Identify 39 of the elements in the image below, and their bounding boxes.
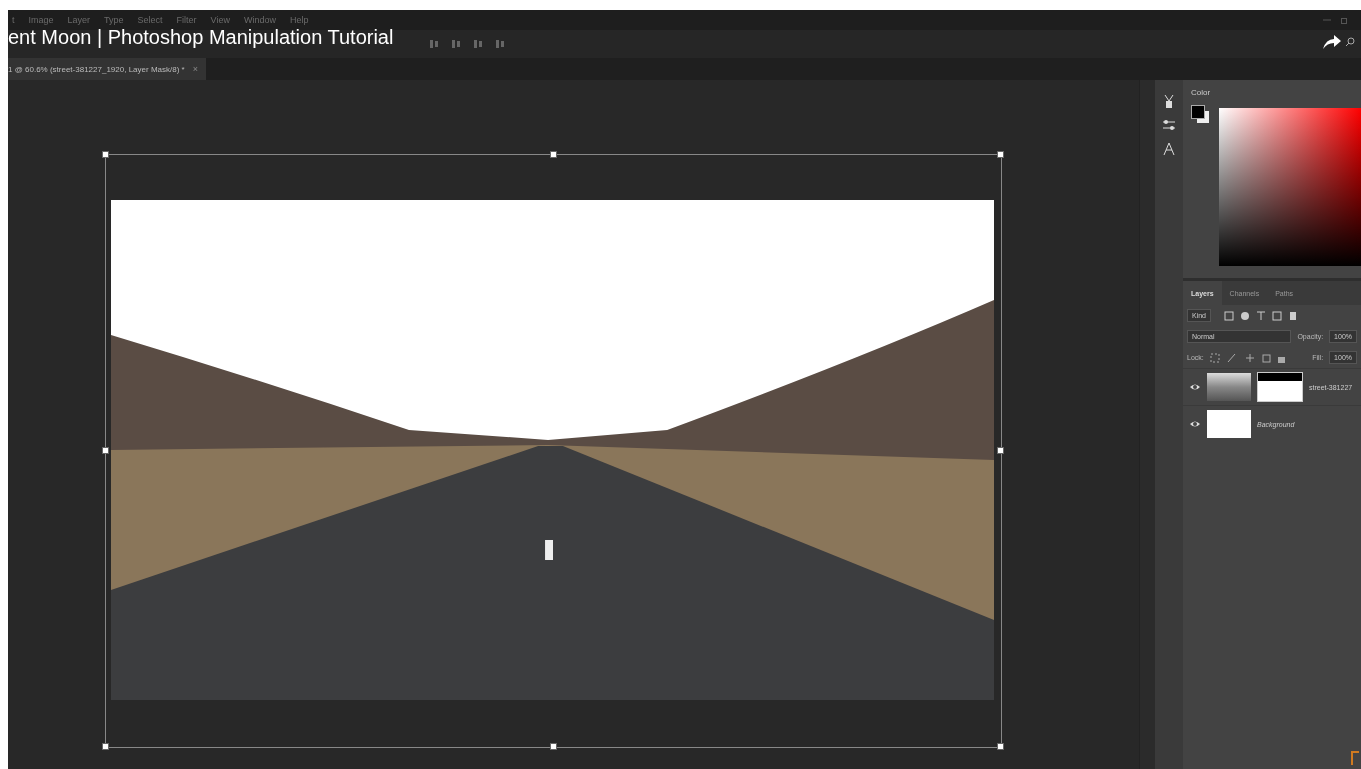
- menu-item[interactable]: Type: [104, 15, 124, 25]
- layer-thumbnail: [1207, 373, 1251, 401]
- transform-handle[interactable]: [549, 151, 557, 158]
- layer-thumbnail: [1207, 410, 1251, 438]
- transform-bounding-box[interactable]: [105, 154, 1002, 748]
- menu-item[interactable]: Select: [137, 15, 163, 25]
- character-icon[interactable]: [1162, 142, 1176, 156]
- transform-handle[interactable]: [549, 743, 557, 750]
- visibility-eye-icon[interactable]: [1189, 419, 1201, 429]
- panel-title: Color: [1191, 88, 1211, 97]
- share-arrow-icon[interactable]: [1322, 34, 1342, 50]
- align-icon[interactable]: [494, 38, 506, 50]
- document-tab[interactable]: 1 @ 60.6% (street-381227_1920, Layer Mask/8) * ×: [8, 58, 206, 80]
- video-title: ent Moon | Photoshop Manipulation Tutorial: [8, 26, 394, 49]
- align-icon[interactable]: [450, 38, 462, 50]
- menu-item[interactable]: Layer: [67, 15, 91, 25]
- adjustments-icon[interactable]: [1162, 118, 1176, 132]
- color-swatches[interactable]: [1191, 105, 1211, 125]
- color-field[interactable]: [1219, 108, 1361, 266]
- menu-item[interactable]: Image: [28, 15, 54, 25]
- transform-handle[interactable]: [997, 447, 1004, 454]
- transform-handle[interactable]: [102, 447, 109, 454]
- brushes-icon[interactable]: [1162, 94, 1176, 108]
- menu-item[interactable]: Window: [243, 15, 276, 25]
- menu-item[interactable]: t: [12, 15, 15, 25]
- menu-item[interactable]: Filter: [176, 15, 197, 25]
- menu-item[interactable]: Help: [289, 15, 309, 25]
- visibility-eye-icon[interactable]: [1189, 382, 1201, 392]
- menu-item[interactable]: View: [210, 15, 230, 25]
- layer-mask-thumbnail: [1257, 372, 1303, 402]
- transform-handle[interactable]: [102, 151, 109, 158]
- transform-handle[interactable]: [997, 151, 1004, 158]
- search-icon[interactable]: [1345, 37, 1355, 47]
- align-icon[interactable]: [472, 38, 484, 50]
- close-tab-button[interactable]: ×: [192, 64, 198, 74]
- align-icon[interactable]: [428, 38, 440, 50]
- transform-handle[interactable]: [102, 743, 109, 750]
- transform-handle[interactable]: [997, 743, 1004, 750]
- logo-corner-icon: [1351, 751, 1359, 765]
